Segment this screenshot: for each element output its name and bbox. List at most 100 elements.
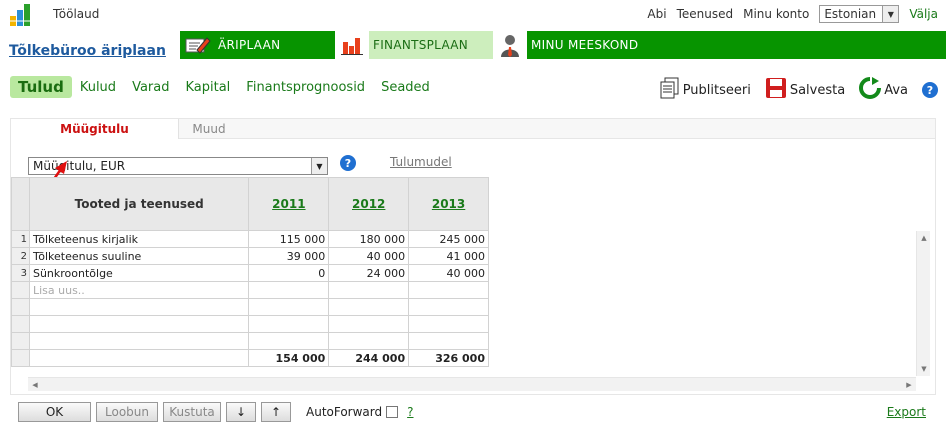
add-new-row[interactable]: Lisa uus.. (11, 281, 489, 299)
scroll-down-icon[interactable]: ▼ (917, 362, 931, 376)
subnav-settings[interactable]: Seaded (373, 80, 438, 95)
totals-label-cell (28, 349, 250, 367)
subnav-forecasts[interactable]: Finantsprognoosid (238, 80, 373, 95)
language-value: Estonian (824, 7, 877, 21)
total-cell: 244 000 (328, 349, 410, 367)
grid-toolbar: OK Loobun Kustuta ↓ ↑ AutoForward ? (18, 402, 414, 422)
scroll-right-icon[interactable]: ▶ (902, 378, 916, 392)
subnav-revenue[interactable]: Tulud (10, 76, 72, 98)
table-row[interactable]: 2 Tõlketeenus suuline 39 000 40 000 41 0… (11, 247, 489, 265)
empty-cell[interactable] (328, 315, 410, 333)
tab-business-plan[interactable]: ÄRIPLAAN (180, 31, 335, 59)
table-row[interactable]: 1 Tõlketeenus kirjalik 115 000 180 000 2… (11, 230, 489, 248)
empty-row[interactable] (11, 332, 489, 350)
total-cell: 154 000 (248, 349, 330, 367)
autoforward-checkbox[interactable] (386, 406, 399, 418)
empty-cell[interactable] (28, 315, 250, 333)
help-link[interactable]: Abi (647, 7, 666, 21)
help-icon[interactable]: ? (922, 82, 938, 98)
tab-my-team-label: MINU MEESKOND (531, 38, 639, 52)
product-name-cell[interactable]: Tõlketeenus kirjalik (28, 230, 250, 248)
open-button[interactable]: Ava (859, 77, 908, 103)
value-cell[interactable]: 0 (248, 264, 330, 282)
revenue-view-select[interactable]: Müügitulu, EUR ▼ (28, 157, 328, 175)
total-cell: 326 000 (408, 349, 489, 367)
person-icon (493, 31, 527, 59)
value-cell[interactable]: 115 000 (248, 230, 330, 248)
empty-cell[interactable] (408, 281, 489, 299)
scroll-left-icon[interactable]: ◀ (28, 378, 42, 392)
value-cell[interactable]: 245 000 (408, 230, 489, 248)
tab-strip (179, 119, 935, 139)
subnav-costs[interactable]: Kulud (72, 80, 124, 95)
move-down-button[interactable]: ↓ (226, 402, 256, 422)
move-up-button[interactable]: ↑ (261, 402, 291, 422)
empty-row[interactable] (11, 315, 489, 333)
save-label: Salvesta (789, 82, 846, 98)
empty-cell[interactable] (28, 298, 250, 316)
plan-title[interactable]: Tõlkebüroo äriplaan (9, 43, 166, 59)
table-header-row: Tooted ja teenused 2011 2012 2013 (11, 177, 489, 231)
empty-cell[interactable] (408, 298, 489, 316)
services-link[interactable]: Teenused (677, 7, 734, 21)
ok-button[interactable]: OK (18, 402, 91, 422)
module-tabs: ÄRIPLAAN FINANTSPLAAN MINU MEESKOND (180, 31, 946, 59)
products-header: Tooted ja teenused (28, 177, 250, 231)
add-new-placeholder[interactable]: Lisa uus.. (28, 281, 250, 299)
tab-sales-revenue[interactable]: Müügitulu (11, 119, 179, 139)
my-account-link[interactable]: Minu konto (743, 7, 809, 21)
value-cell[interactable]: 40 000 (408, 264, 489, 282)
scroll-up-icon[interactable]: ▲ (917, 231, 931, 245)
tab-other[interactable]: Muud (179, 119, 239, 139)
empty-cell[interactable] (408, 315, 489, 333)
save-button[interactable]: Salvesta (765, 77, 845, 103)
row-number (11, 315, 30, 333)
empty-row[interactable] (11, 298, 489, 316)
autoforward-help-link[interactable]: ? (407, 405, 413, 419)
delete-button[interactable]: Kustuta (163, 402, 221, 422)
app-logo-icon[interactable] (8, 2, 34, 28)
empty-cell[interactable] (248, 332, 330, 350)
document-icon (660, 77, 680, 103)
dashboard-link[interactable]: Töölaud (53, 7, 99, 21)
publish-button[interactable]: Publitseeri (660, 77, 751, 103)
export-link[interactable]: Export (887, 405, 926, 419)
value-cell[interactable]: 39 000 (248, 247, 330, 265)
empty-cell[interactable] (248, 298, 330, 316)
help-icon[interactable]: ? (340, 155, 356, 171)
value-cell[interactable]: 180 000 (328, 230, 410, 248)
year-header-2012[interactable]: 2012 (328, 177, 410, 231)
row-number: 1 (11, 230, 30, 248)
year-header-2011[interactable]: 2011 (248, 177, 330, 231)
cancel-button[interactable]: Loobun (96, 402, 158, 422)
value-cell[interactable]: 40 000 (328, 247, 410, 265)
empty-cell[interactable] (328, 281, 410, 299)
refresh-arrow-icon (859, 77, 882, 103)
subnav-assets[interactable]: Varad (124, 80, 177, 95)
table-row[interactable]: 3 Sünkroontõlge 0 24 000 40 000 (11, 264, 489, 282)
horizontal-scrollbar[interactable]: ◀ ▶ (28, 377, 916, 391)
empty-cell[interactable] (28, 332, 250, 350)
language-select[interactable]: Estonian ▼ (819, 5, 900, 23)
tab-my-team[interactable]: MINU MEESKOND (493, 31, 648, 59)
empty-cell[interactable] (248, 281, 330, 299)
product-name-cell[interactable]: Tõlketeenus suuline (28, 247, 250, 265)
subnav-capital[interactable]: Kapital (177, 80, 238, 95)
row-number: 3 (11, 264, 30, 282)
row-number (11, 281, 30, 299)
empty-cell[interactable] (328, 332, 410, 350)
empty-cell[interactable] (408, 332, 489, 350)
value-cell[interactable]: 41 000 (408, 247, 489, 265)
value-cell[interactable]: 24 000 (328, 264, 410, 282)
tab-financial-plan[interactable]: FINANTSPLAAN (335, 31, 493, 59)
empty-cell[interactable] (248, 315, 330, 333)
top-links: Abi Teenused Minu konto Estonian ▼ Välja (647, 5, 938, 23)
empty-cell[interactable] (328, 298, 410, 316)
product-name-cell[interactable]: Sünkroontõlge (28, 264, 250, 282)
year-header-2013[interactable]: 2013 (408, 177, 489, 231)
logout-link[interactable]: Välja (909, 7, 938, 21)
vertical-scrollbar[interactable]: ▲ ▼ (916, 231, 930, 376)
revenue-panel: Müügitulu Muud Müügitulu, EUR ▼ ? Tulumu… (10, 118, 936, 395)
revenue-model-link[interactable]: Tulumudel (390, 155, 452, 169)
chevron-down-icon: ▼ (882, 6, 899, 22)
